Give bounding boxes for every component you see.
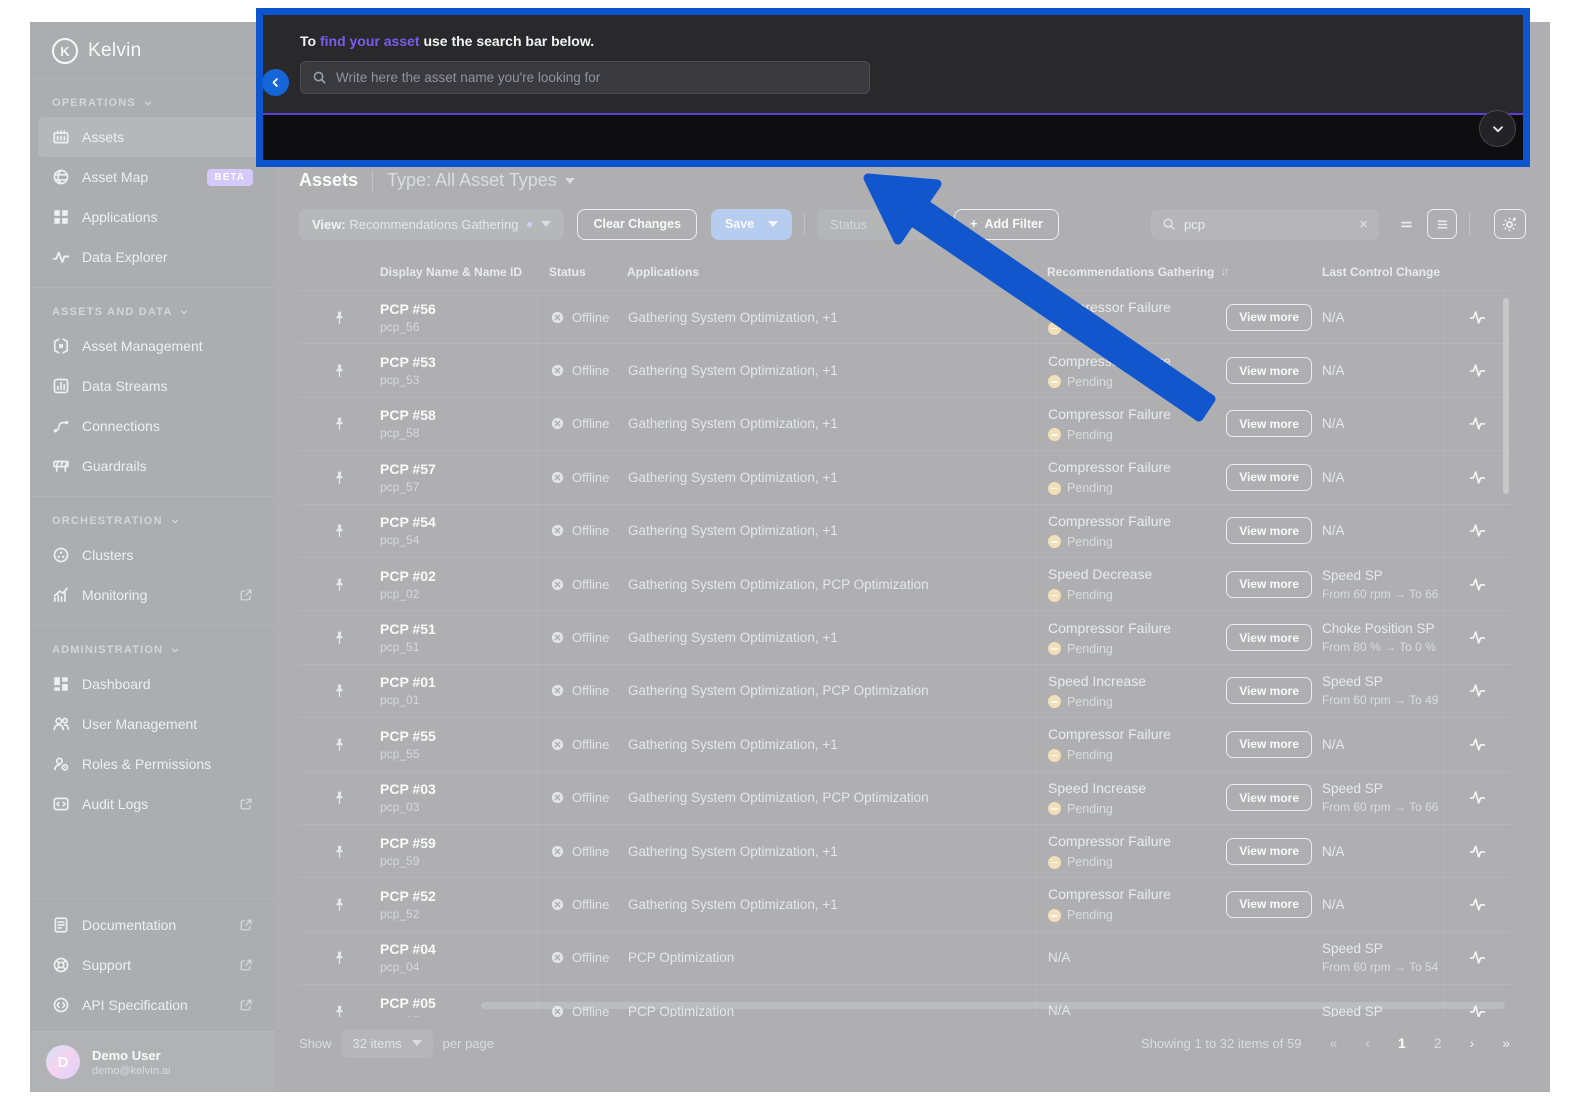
chevron-down-icon xyxy=(1491,122,1505,136)
dim-overlay xyxy=(30,22,1550,1092)
search-icon xyxy=(312,70,327,85)
find-your-asset-link[interactable]: find your asset xyxy=(320,33,420,49)
chevron-left-icon xyxy=(270,77,281,88)
tutorial-panel: To find your asset use the search bar be… xyxy=(256,8,1530,167)
asset-search-input[interactable]: Write here the asset name you're looking… xyxy=(300,61,870,94)
page: K Kelvin OPERATIONS Assets Asset Map BET… xyxy=(0,0,1580,1120)
app-window: K Kelvin OPERATIONS Assets Asset Map BET… xyxy=(30,22,1550,1092)
expand-panel-button[interactable] xyxy=(1479,110,1516,147)
panel-bottom-strip xyxy=(263,115,1523,160)
tutorial-message: To find your asset use the search bar be… xyxy=(300,33,1523,49)
search-placeholder: Write here the asset name you're looking… xyxy=(336,70,600,85)
collapse-panel-button[interactable] xyxy=(262,69,289,96)
tutorial-content: To find your asset use the search bar be… xyxy=(263,15,1523,113)
